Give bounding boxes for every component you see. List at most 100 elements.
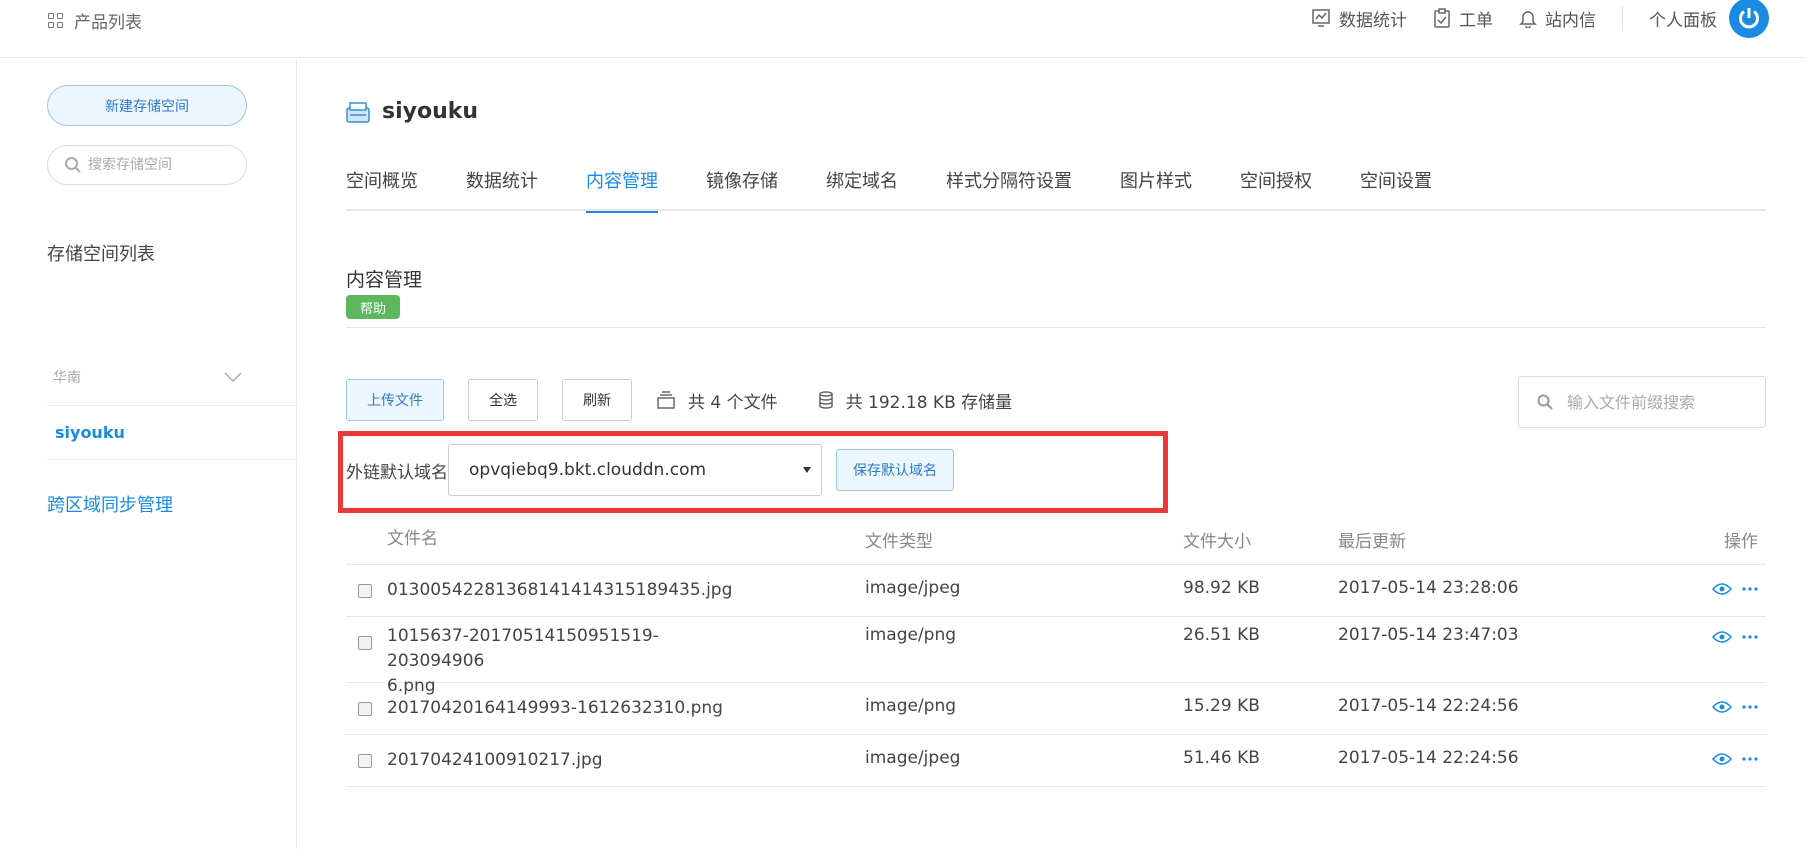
- eye-icon[interactable]: [1712, 700, 1732, 714]
- cross-region-sync-link[interactable]: 跨区域同步管理: [47, 491, 173, 517]
- save-default-domain-button[interactable]: 保存默认域名: [836, 449, 954, 491]
- nav-data-stats[interactable]: 数据统计: [1311, 6, 1407, 31]
- content-toolbar: 上传文件 全选 刷新 共 4 个文件 共 192.18 KB 存储量: [346, 376, 1766, 428]
- divider: [1622, 6, 1623, 30]
- file-type: image/png: [865, 625, 957, 645]
- eye-icon[interactable]: [1712, 630, 1732, 644]
- search-icon: [65, 157, 81, 173]
- tab-content-management[interactable]: 内容管理: [586, 163, 658, 213]
- file-size: 26.51 KB: [1183, 625, 1260, 645]
- tab-space-authorization[interactable]: 空间授权: [1240, 163, 1312, 211]
- top-bar: 产品列表 数据统计 工单 站内信 个人面板: [0, 0, 1805, 58]
- tab-data-stats[interactable]: 数据统计: [466, 163, 538, 211]
- caret-down-icon: [803, 467, 811, 473]
- chevron-down-icon: [224, 372, 242, 382]
- tab-space-settings[interactable]: 空间设置: [1360, 163, 1432, 211]
- select-all-button[interactable]: 全选: [468, 379, 538, 421]
- bell-icon: [1519, 11, 1537, 28]
- file-size: 98.92 KB: [1183, 578, 1260, 598]
- clipboard-icon: [1434, 8, 1450, 28]
- tab-bind-domain[interactable]: 绑定域名: [826, 163, 898, 211]
- eye-icon[interactable]: [1712, 582, 1732, 596]
- table-row: 1015637-20170514150951519-203094906 6.pn…: [346, 617, 1766, 696]
- new-bucket-button[interactable]: 新建存储空间: [47, 85, 247, 126]
- nav-data-stats-label: 数据统计: [1339, 10, 1407, 31]
- nav-messages-label: 站内信: [1545, 10, 1596, 31]
- header-operations: 操作: [1724, 531, 1758, 552]
- tab-overview[interactable]: 空间概览: [346, 163, 418, 211]
- default-domain-row: 外链默认域名 opvqiebq9.bkt.clouddn.com 保存默认域名: [346, 444, 954, 496]
- region-label: 华南: [53, 370, 81, 386]
- tab-mirror-storage[interactable]: 镜像存储: [706, 163, 778, 211]
- storage-usage-label: 共 192.18 KB 存储量: [845, 392, 1013, 413]
- page-title: siyouku: [346, 99, 478, 124]
- upload-file-button[interactable]: 上传文件: [346, 379, 444, 421]
- personal-panel-link[interactable]: 个人面板: [1649, 6, 1717, 31]
- power-icon: [1739, 8, 1759, 29]
- section-title: 内容管理: [346, 269, 423, 291]
- header-file-name: 文件名: [387, 528, 438, 549]
- file-name-line: 1015637-20170514150951519-203094906: [387, 626, 659, 671]
- more-icon[interactable]: [1742, 635, 1758, 639]
- row-checkbox[interactable]: [358, 754, 372, 768]
- sidebar-item-siyouku[interactable]: siyouku: [47, 406, 297, 460]
- more-icon[interactable]: [1742, 757, 1758, 761]
- nav-ticket[interactable]: 工单: [1433, 6, 1493, 31]
- help-badge[interactable]: 帮助: [346, 295, 400, 319]
- eye-icon[interactable]: [1712, 752, 1732, 766]
- storage-usage: 共 192.18 KB 存储量: [818, 388, 1013, 413]
- row-checkbox[interactable]: [358, 584, 372, 598]
- bucket-item-label: siyouku: [55, 423, 125, 442]
- file-table: 文件名 文件类型 文件大小 最后更新 操作 013005422813681414…: [346, 514, 1766, 787]
- bucket-name: siyouku: [382, 99, 479, 124]
- file-prefix-search-input[interactable]: [1567, 392, 1757, 412]
- file-size: 51.46 KB: [1183, 748, 1260, 768]
- row-checkbox[interactable]: [358, 702, 372, 716]
- sidebar: 新建存储空间 存储空间列表 华南 siyouku 跨区域同步管理: [0, 59, 297, 849]
- bucket-search[interactable]: [47, 145, 247, 185]
- file-name[interactable]: 20170424100910217.jpg: [387, 748, 747, 773]
- header-last-updated: 最后更新: [1338, 531, 1406, 552]
- tab-bar: 空间概览 数据统计 内容管理 镜像存储 绑定域名 样式分隔符设置 图片样式 空间…: [346, 163, 1766, 213]
- personal-panel-label: 个人面板: [1649, 10, 1717, 31]
- file-search[interactable]: [1518, 376, 1766, 428]
- file-type: image/jpeg: [865, 748, 961, 768]
- chart-icon: [1312, 9, 1330, 27]
- table-row: 20170420164149993-1612632310.png image/p…: [346, 683, 1766, 735]
- refresh-button[interactable]: 刷新: [562, 379, 632, 421]
- file-name[interactable]: 01300542281368141414315189435.jpg: [387, 578, 747, 603]
- file-type: image/jpeg: [865, 578, 961, 598]
- region-selector[interactable]: 华南: [47, 349, 297, 406]
- table-header: 文件名 文件类型 文件大小 最后更新 操作: [346, 514, 1766, 565]
- default-domain-value: opvqiebq9.bkt.clouddn.com: [469, 460, 707, 480]
- product-list-link[interactable]: 产品列表: [48, 8, 142, 33]
- product-list-label: 产品列表: [74, 13, 142, 33]
- file-type: image/png: [865, 696, 957, 716]
- nav-ticket-label: 工单: [1459, 10, 1493, 31]
- bucket-icon: [346, 101, 370, 123]
- row-checkbox[interactable]: [358, 636, 372, 650]
- bucket-list-title: 存储空间列表: [47, 244, 155, 265]
- header-file-size: 文件大小: [1183, 531, 1251, 552]
- nav-messages[interactable]: 站内信: [1519, 6, 1596, 31]
- tab-image-style[interactable]: 图片样式: [1120, 163, 1192, 211]
- default-domain-select[interactable]: opvqiebq9.bkt.clouddn.com: [448, 444, 822, 496]
- file-size: 15.29 KB: [1183, 696, 1260, 716]
- file-count-label: 共 4 个文件: [688, 392, 778, 413]
- more-icon[interactable]: [1742, 587, 1758, 591]
- table-row: 20170424100910217.jpg image/jpeg 51.46 K…: [346, 735, 1766, 787]
- file-updated: 2017-05-14 22:24:56: [1338, 696, 1519, 716]
- file-updated: 2017-05-14 23:47:03: [1338, 625, 1519, 645]
- layers-icon: [657, 391, 675, 409]
- divider: [346, 327, 1766, 328]
- default-domain-label: 外链默认域名: [346, 462, 448, 483]
- file-updated: 2017-05-14 23:28:06: [1338, 578, 1519, 598]
- file-name[interactable]: 20170420164149993-1612632310.png: [387, 696, 747, 721]
- database-icon: [818, 391, 833, 409]
- more-icon[interactable]: [1742, 705, 1758, 709]
- tab-style-separator[interactable]: 样式分隔符设置: [946, 163, 1072, 211]
- grid-icon: [48, 12, 64, 29]
- header-file-type: 文件类型: [865, 531, 933, 552]
- avatar[interactable]: [1729, 0, 1769, 38]
- bucket-search-input[interactable]: [88, 157, 238, 173]
